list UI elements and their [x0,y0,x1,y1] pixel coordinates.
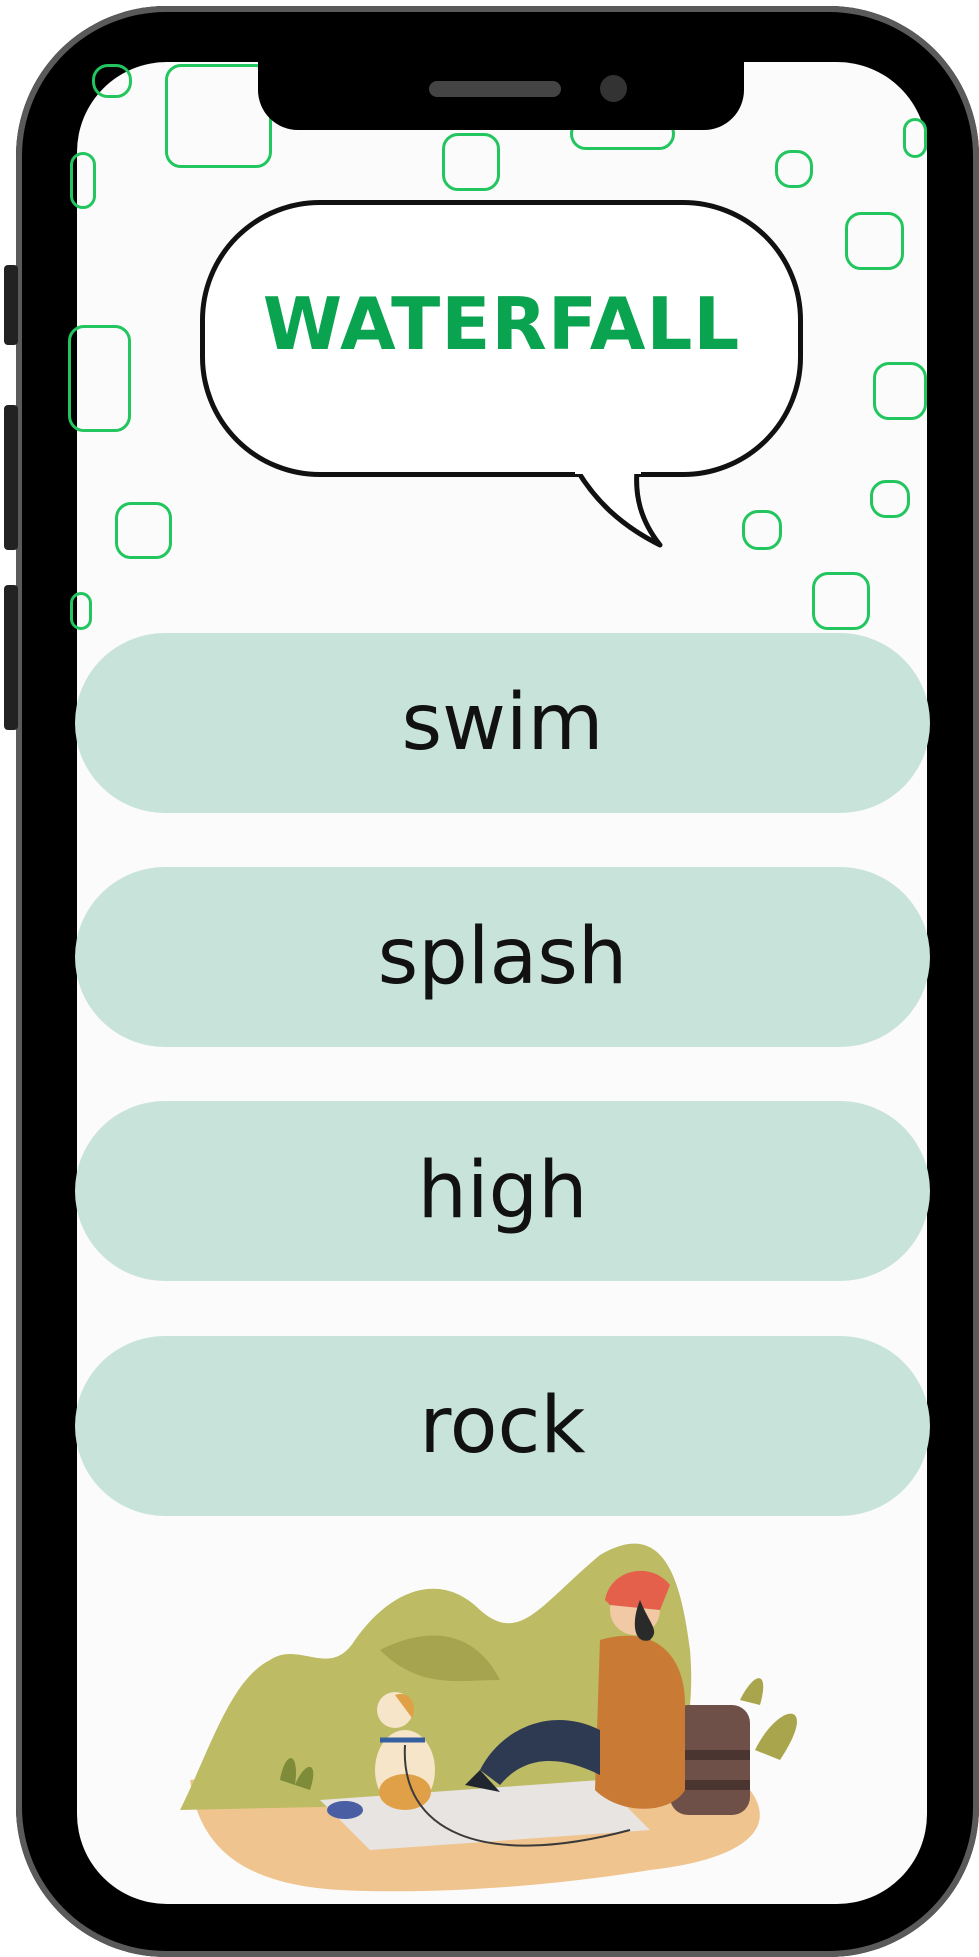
phone-side-button [4,585,18,730]
decor-square [442,133,500,191]
hiker-with-dog-illustration-icon [180,1543,797,1892]
decor-square [115,502,172,559]
decor-square [165,64,272,168]
decor-square [68,325,131,432]
decor-square [873,362,927,420]
decor-square [775,150,813,188]
option-label: rock [419,1381,586,1471]
decor-square [870,480,910,518]
decor-square [70,152,96,209]
decor-square [812,572,870,630]
camera-icon [600,75,627,102]
option-label: high [417,1146,588,1236]
word-title: WATERFALL [262,282,741,366]
option-label: swim [401,678,604,768]
decor-square [903,118,927,158]
decor-square [70,592,92,630]
option-button-swim[interactable]: swim [75,633,930,813]
option-button-high[interactable]: high [75,1101,930,1281]
decor-square [845,212,904,270]
option-label: splash [377,912,628,1002]
option-button-rock[interactable]: rock [75,1336,930,1516]
speech-bubble-tail-icon [575,470,663,548]
phone-side-button [4,405,18,550]
option-button-splash[interactable]: splash [75,867,930,1047]
speaker-icon [429,81,561,97]
phone-side-button [4,265,18,345]
decor-square [92,64,132,98]
decor-square [742,510,782,550]
